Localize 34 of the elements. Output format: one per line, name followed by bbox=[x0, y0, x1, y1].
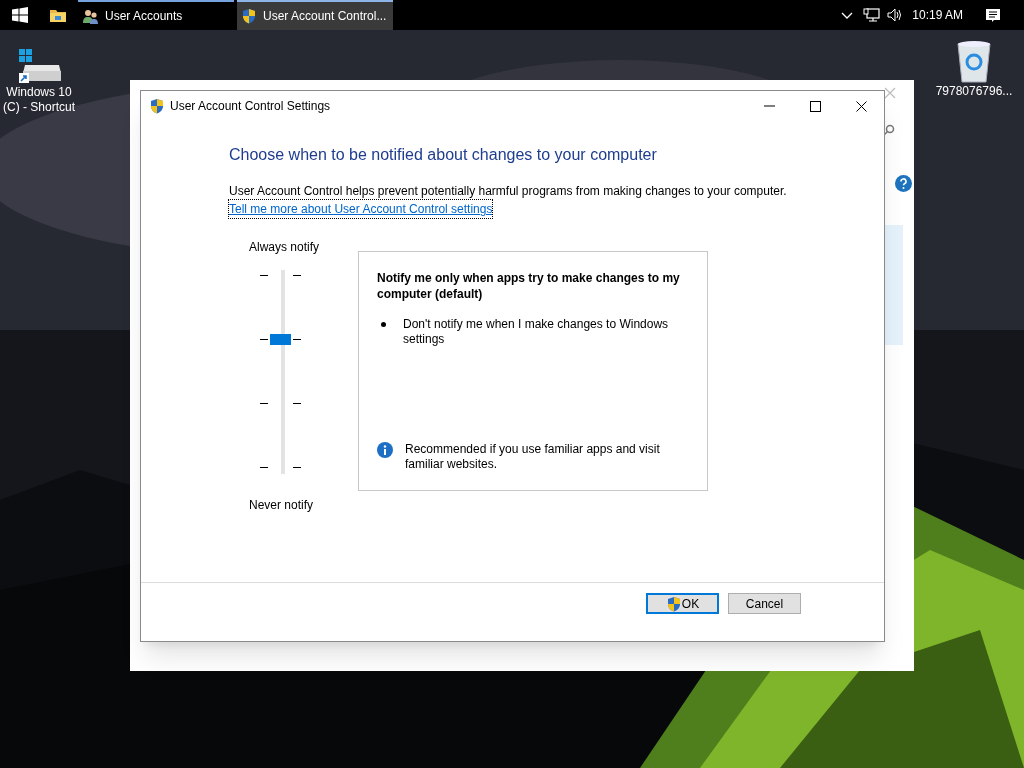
shield-icon bbox=[241, 8, 257, 24]
bullet-icon bbox=[381, 322, 386, 327]
info-icon bbox=[377, 442, 393, 458]
windows-logo-icon bbox=[12, 7, 28, 23]
bullet-text: Don't notify me when I make changes to Windows settings bbox=[403, 317, 670, 347]
dialog-button[interactable]: OK bbox=[646, 593, 719, 614]
desktop-icon-label[interactable]: Windows 10 (C) - Shortcut bbox=[0, 85, 80, 115]
slider-thumb[interactable] bbox=[270, 334, 291, 345]
folder-icon bbox=[49, 7, 67, 23]
taskbar-button[interactable]: User Account Control... bbox=[237, 0, 393, 30]
dialog-button[interactable]: Cancel bbox=[728, 593, 801, 614]
shield-icon bbox=[665, 595, 682, 612]
users-icon bbox=[82, 7, 99, 25]
taskbar-button[interactable]: User Accounts bbox=[78, 0, 234, 30]
speaker-icon bbox=[887, 8, 904, 22]
maximize-icon bbox=[809, 100, 821, 112]
slider-label: Never notify bbox=[249, 497, 314, 514]
info-title: Notify me only when apps try to make changes to my computer (default) bbox=[377, 270, 681, 302]
clock-time: 10:19 AM bbox=[912, 7, 963, 24]
notification-icon bbox=[985, 7, 1001, 23]
recycle-bin-icon bbox=[955, 38, 993, 84]
slider-label: Always notify bbox=[249, 239, 320, 256]
description-text: User Account Control helps prevent potentially harmful programs from making changes to your computer. bbox=[229, 183, 788, 200]
desktop-icon-label[interactable]: 7978076796... bbox=[935, 84, 1013, 99]
help-link[interactable]: Tell me more about User Account Control settings bbox=[229, 200, 493, 218]
heading: Choose when to be notified about changes to your computer bbox=[229, 145, 658, 165]
chevron-up-icon bbox=[841, 10, 854, 20]
close-icon bbox=[884, 87, 896, 99]
network-icon bbox=[863, 8, 881, 22]
search-icon bbox=[883, 124, 895, 136]
shield-icon bbox=[149, 98, 165, 114]
window-title: User Account Control Settings bbox=[170, 98, 332, 115]
close-icon bbox=[855, 100, 867, 112]
info-note: Recommended if you use familiar apps and visit familiar websites. bbox=[405, 442, 661, 472]
